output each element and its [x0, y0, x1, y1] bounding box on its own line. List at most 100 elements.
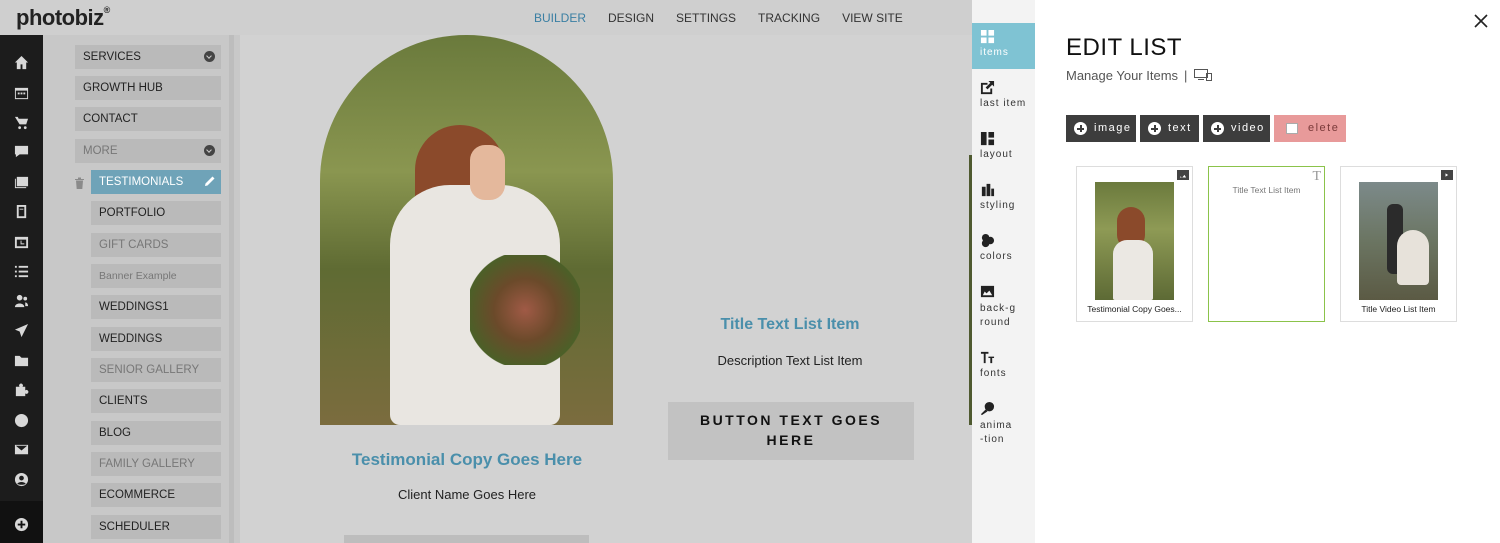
- page-item-family-gallery[interactable]: FAMILY GALLERY: [91, 452, 221, 476]
- tab-layout[interactable]: layout: [972, 125, 1035, 171]
- edit-list-panel: EDIT LIST Manage Your Items | image text …: [1035, 0, 1500, 543]
- icon-sidebar: [0, 35, 43, 543]
- list-item-title: Title Text List Item: [720, 316, 860, 333]
- page-item-testimonials[interactable]: TESTIMONIALS: [91, 170, 221, 194]
- list-item-card-image[interactable]: Testimonial Copy Goes...: [1076, 166, 1193, 322]
- cart-icon[interactable]: [13, 114, 30, 131]
- send-icon[interactable]: [13, 322, 30, 339]
- page-item-services[interactable]: SERVICES: [75, 45, 221, 69]
- page-item-label: SCHEDULER: [99, 521, 170, 533]
- tab-label: styling: [980, 200, 1016, 211]
- list-icon[interactable]: [13, 263, 30, 280]
- mail-icon[interactable]: [13, 441, 30, 458]
- page-item-label: WEDDINGS: [99, 333, 163, 345]
- close-icon[interactable]: [1474, 14, 1488, 28]
- logo-mark: ®: [103, 5, 111, 15]
- nav-view-site[interactable]: VIEW SITE: [842, 11, 903, 25]
- folder-icon[interactable]: [13, 352, 30, 369]
- page-canvas: Testimonial Copy Goes Here Client Name G…: [240, 35, 972, 543]
- page-item-contact[interactable]: CONTACT: [75, 107, 221, 131]
- page-item-growth-hub[interactable]: GROWTH HUB: [75, 76, 221, 100]
- tab-label: items: [980, 47, 1009, 58]
- palette-icon: [980, 233, 995, 248]
- tab-label: anima-tion: [980, 420, 1013, 445]
- edit-tabs: items last item layout styling colors ba…: [972, 0, 1035, 543]
- nav-design[interactable]: DESIGN: [608, 11, 654, 25]
- nav-tracking[interactable]: TRACKING: [758, 11, 820, 25]
- add-image-label: image: [1094, 122, 1132, 134]
- page-item-more[interactable]: MORE: [75, 139, 221, 163]
- list-item-card-text[interactable]: T Title Text List Item: [1208, 166, 1325, 322]
- book-icon[interactable]: [13, 203, 30, 220]
- page-item-senior-gallery[interactable]: SENIOR GALLERY: [91, 358, 221, 382]
- nav-settings[interactable]: SETTINGS: [676, 11, 736, 25]
- page-item-scheduler[interactable]: SCHEDULER: [91, 515, 221, 539]
- page-item-label: SERVICES: [83, 51, 141, 63]
- add-image-button[interactable]: image: [1066, 115, 1136, 142]
- tab-label: back-ground: [980, 303, 1017, 328]
- add-text-label: text: [1168, 122, 1192, 134]
- tab-fonts[interactable]: fonts: [972, 344, 1035, 390]
- calendar-icon[interactable]: [13, 84, 30, 101]
- card-caption: Title Text List Item: [1232, 185, 1301, 195]
- page-item-gift-cards[interactable]: GIFT CARDS: [91, 233, 221, 257]
- delete-button[interactable]: elete: [1274, 115, 1346, 142]
- client-name: Client Name Goes Here: [398, 487, 536, 502]
- add-video-button[interactable]: video: [1203, 115, 1270, 142]
- card-thumbnail: [1359, 182, 1438, 300]
- page-item-blog[interactable]: BLOG: [91, 421, 221, 445]
- trash-icon[interactable]: [74, 177, 85, 189]
- devices-icon[interactable]: [1193, 68, 1213, 82]
- page-item-label: GROWTH HUB: [83, 82, 163, 94]
- top-nav: BUILDER DESIGN SETTINGS TRACKING VIEW SI…: [534, 11, 925, 25]
- nav-builder[interactable]: BUILDER: [534, 11, 586, 25]
- chevron-down-icon[interactable]: [204, 145, 215, 156]
- card-thumbnail: [1095, 182, 1174, 300]
- page-item-weddings1[interactable]: WEDDINGS1: [91, 295, 221, 319]
- tab-last-item[interactable]: last item: [972, 74, 1035, 120]
- delete-label: elete: [1308, 122, 1340, 134]
- image-drag-icon: [1286, 123, 1298, 134]
- page-item-label: CLIENTS: [99, 395, 148, 407]
- add-text-button[interactable]: text: [1140, 115, 1199, 142]
- list-item-card-video[interactable]: Title Video List Item: [1340, 166, 1457, 322]
- brush-icon: [980, 182, 995, 197]
- font-icon: [980, 350, 995, 365]
- chat-icon[interactable]: [13, 143, 30, 160]
- image-type-icon: [1177, 170, 1189, 180]
- tab-label: fonts: [980, 368, 1007, 379]
- puzzle-icon[interactable]: [13, 382, 30, 399]
- testimonial-photo[interactable]: [320, 35, 613, 425]
- photobiz-logo[interactable]: photobiz®: [16, 5, 110, 31]
- page-item-label: CONTACT: [83, 113, 138, 125]
- page-item-clients[interactable]: CLIENTS: [91, 389, 221, 413]
- add-video-label: video: [1231, 122, 1265, 134]
- list-item-button[interactable]: BUTTON TEXT GOES HERE: [668, 402, 914, 460]
- scheduler-icon[interactable]: [13, 233, 30, 250]
- animation-icon: [980, 401, 995, 416]
- pencil-icon[interactable]: [204, 175, 216, 187]
- globe-icon[interactable]: [13, 412, 30, 429]
- tab-animation[interactable]: anima-tion: [972, 395, 1035, 451]
- tab-background[interactable]: back-ground: [972, 278, 1035, 334]
- page-item-banner-example[interactable]: Banner Example: [91, 264, 221, 288]
- tab-colors[interactable]: colors: [972, 227, 1035, 273]
- add-icon[interactable]: [13, 516, 30, 533]
- page-item-portfolio[interactable]: PORTFOLIO: [91, 201, 221, 225]
- home-icon[interactable]: [13, 54, 30, 71]
- page-item-label: MORE: [83, 145, 118, 157]
- page-item-ecommerce[interactable]: ECOMMERCE: [91, 483, 221, 507]
- page-list-scrollbar[interactable]: [229, 35, 234, 543]
- image-icon: [980, 284, 995, 299]
- chevron-down-icon[interactable]: [204, 51, 215, 62]
- tab-items[interactable]: items: [972, 23, 1035, 69]
- tab-styling[interactable]: styling: [972, 176, 1035, 222]
- gallery-icon[interactable]: [13, 173, 30, 190]
- page-item-weddings[interactable]: WEDDINGS: [91, 327, 221, 351]
- next-block-edge: [344, 535, 589, 543]
- panel-title: EDIT LIST: [1066, 34, 1183, 61]
- account-icon[interactable]: [13, 471, 30, 488]
- users-icon[interactable]: [13, 292, 30, 309]
- logo-text: photobiz: [16, 5, 104, 30]
- card-caption: Testimonial Copy Goes...: [1087, 304, 1182, 314]
